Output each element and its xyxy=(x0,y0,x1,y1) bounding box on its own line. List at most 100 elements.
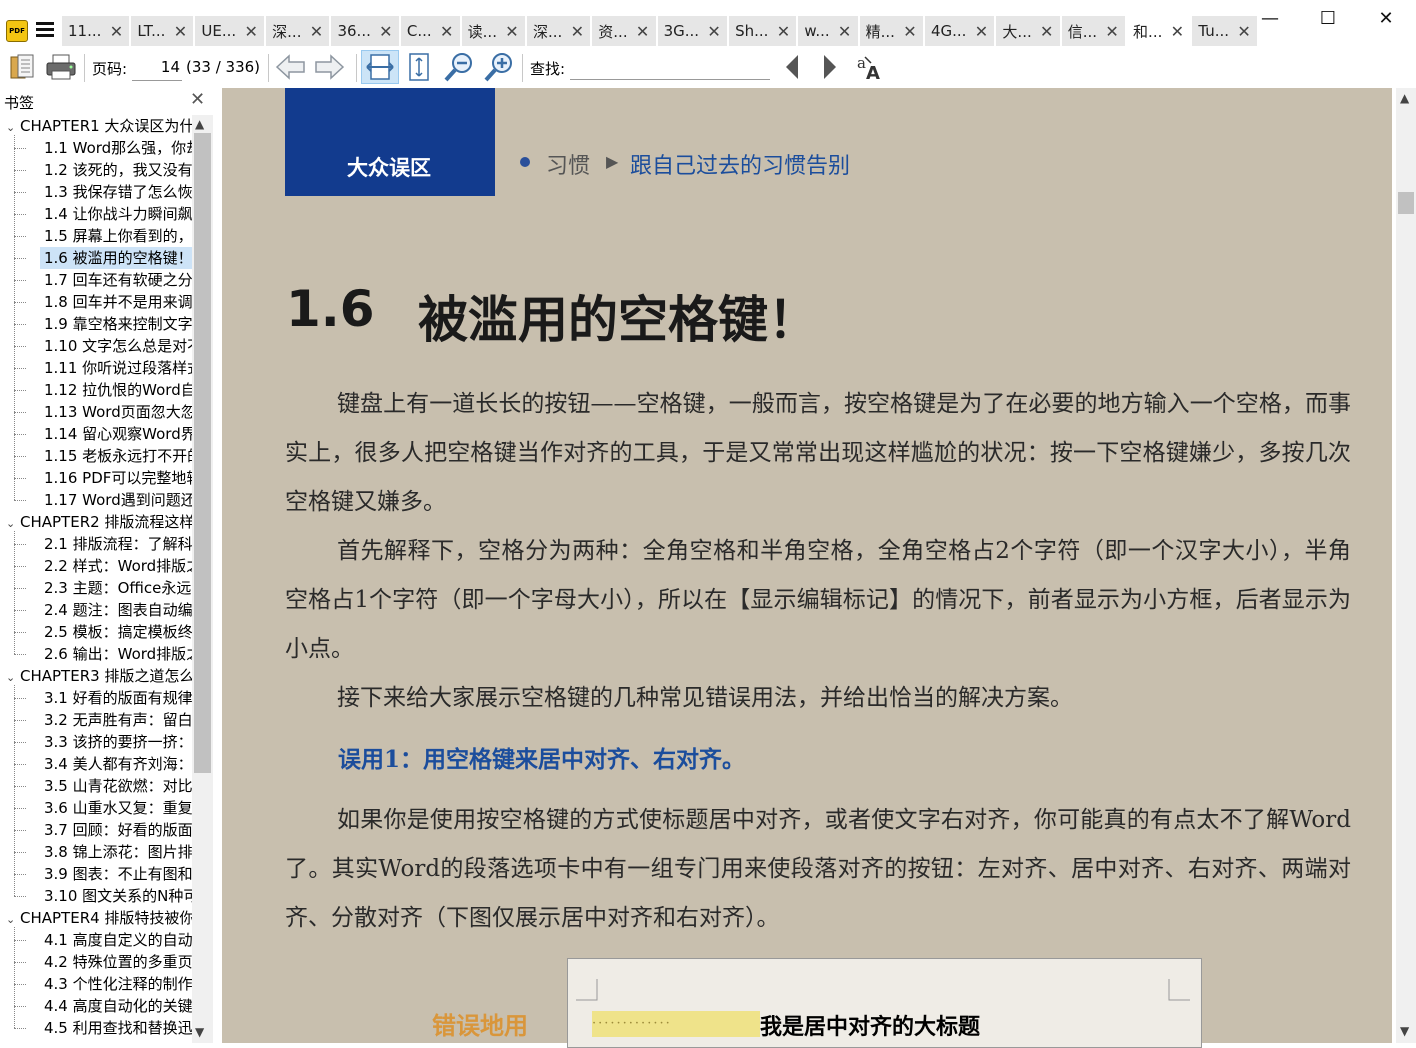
scroll-up-icon[interactable]: ▲ xyxy=(1400,91,1409,105)
document-tab[interactable]: C... ✕ xyxy=(400,16,462,46)
close-window-button[interactable]: ✕ xyxy=(1357,0,1415,36)
bookmark-item[interactable]: 1.14 留心观察Word界 xyxy=(40,423,192,445)
zoom-in-icon[interactable] xyxy=(482,50,516,84)
scroll-up-icon[interactable]: ▲ xyxy=(195,117,204,131)
tab-close-icon[interactable]: ✕ xyxy=(636,22,650,41)
bookmark-item[interactable]: 1.2 该死的，我又没有 xyxy=(40,159,192,181)
document-tab[interactable]: 大... ✕ xyxy=(996,16,1062,46)
hamburger-menu-icon[interactable] xyxy=(36,22,54,38)
tab-close-icon[interactable]: ✕ xyxy=(1040,22,1054,41)
tab-close-icon[interactable]: ✕ xyxy=(1105,22,1119,41)
bookmark-item[interactable]: 2.1 排版流程：了解科 xyxy=(40,533,192,555)
tab-close-icon[interactable]: ✕ xyxy=(570,22,584,41)
document-tab[interactable]: 36... ✕ xyxy=(331,16,401,46)
pdf-app-icon[interactable]: PDF xyxy=(6,20,28,42)
document-scrollbar[interactable]: ▲ ▼ xyxy=(1396,88,1416,1043)
bookmark-item[interactable]: 3.6 山重水又复：重复 xyxy=(40,797,192,819)
tab-close-icon[interactable]: ✕ xyxy=(776,22,790,41)
zoom-out-icon[interactable] xyxy=(442,50,476,84)
scroll-down-icon[interactable]: ▼ xyxy=(195,1025,204,1039)
bookmark-item[interactable]: 1.1 Word那么强，你却 xyxy=(40,137,192,159)
find-previous-icon[interactable] xyxy=(780,50,804,84)
bookmark-item[interactable]: 1.16 PDF可以完整地转 xyxy=(40,467,192,489)
bookmark-item[interactable]: 3.7 回顾：好看的版面 xyxy=(40,819,192,841)
bookmark-item[interactable]: 1.8 回车并不是用来调 xyxy=(40,291,192,313)
document-scroll-thumb[interactable] xyxy=(1398,192,1414,214)
expand-chevron-icon[interactable]: ⌄ xyxy=(6,117,20,137)
document-tab[interactable]: 4G... ✕ xyxy=(924,16,997,46)
minimize-button[interactable]: — xyxy=(1241,0,1299,36)
fit-page-icon[interactable] xyxy=(402,50,436,84)
tab-close-icon[interactable]: ✕ xyxy=(109,22,123,41)
bookmark-item[interactable]: 2.2 样式：Word排版之 xyxy=(40,555,192,577)
bookmark-item[interactable]: 4.1 高度自定义的自动 xyxy=(40,929,192,951)
bookmark-item[interactable]: 4.2 特殊位置的多重页 xyxy=(40,951,192,973)
document-tab[interactable]: 资... ✕ xyxy=(592,16,658,46)
bookmark-item[interactable]: 2.4 题注：图表自动编 xyxy=(40,599,192,621)
tab-close-icon[interactable]: ✕ xyxy=(903,22,917,41)
document-tab[interactable]: 深... ✕ xyxy=(266,16,332,46)
search-input[interactable] xyxy=(570,54,770,80)
scroll-down-icon[interactable]: ▼ xyxy=(1400,1024,1409,1038)
page-number-input[interactable] xyxy=(132,53,182,81)
bookmark-item[interactable]: 1.3 我保存错了怎么恢 xyxy=(40,181,192,203)
bookmark-chapter[interactable]: ⌄ CHAPTER3 排版之道怎么 xyxy=(6,665,192,687)
bookmark-item[interactable]: 3.4 美人都有齐刘海： xyxy=(40,753,192,775)
tab-close-icon[interactable]: ✕ xyxy=(838,22,852,41)
expand-chevron-icon[interactable]: ⌄ xyxy=(6,513,20,533)
open-document-icon[interactable] xyxy=(6,50,40,84)
bookmark-item[interactable]: 1.5 屏幕上你看到的， xyxy=(40,225,192,247)
back-arrow-icon[interactable] xyxy=(274,50,308,84)
tab-close-icon[interactable]: ✕ xyxy=(244,22,258,41)
maximize-button[interactable]: ☐ xyxy=(1299,0,1357,36)
bookmark-item[interactable]: 3.2 无声胜有声：留白 xyxy=(40,709,192,731)
forward-arrow-icon[interactable] xyxy=(312,50,346,84)
bookmark-item[interactable]: 4.4 高度自动化的关键 xyxy=(40,995,192,1017)
document-tab[interactable]: Sh... ✕ xyxy=(729,16,799,46)
bookmark-item[interactable]: 1.11 你听说过段落样式 xyxy=(40,357,192,379)
tab-close-icon[interactable]: ✕ xyxy=(173,22,187,41)
tab-close-icon[interactable]: ✕ xyxy=(309,22,323,41)
bookmark-item[interactable]: 3.10 图文关系的N种可 xyxy=(40,885,192,907)
document-tab[interactable]: 精... ✕ xyxy=(859,16,925,46)
document-tab[interactable]: w... ✕ xyxy=(798,16,860,46)
document-tab[interactable]: 3G... ✕ xyxy=(657,16,730,46)
bookmark-item[interactable]: 1.15 老板永远打不开的 xyxy=(40,445,192,467)
print-icon[interactable] xyxy=(44,50,78,84)
bookmark-item[interactable]: 4.3 个性化注释的制作 xyxy=(40,973,192,995)
document-tab[interactable]: 信... ✕ xyxy=(1061,16,1128,46)
expand-chevron-icon[interactable]: ⌄ xyxy=(6,909,20,929)
document-tab[interactable]: 11... ✕ xyxy=(62,16,132,46)
bookmark-item[interactable]: 1.9 靠空格来控制文字 xyxy=(40,313,192,335)
bookmarks-scroll-thumb[interactable] xyxy=(194,133,211,773)
document-tab[interactable]: 和... ✕ xyxy=(1127,16,1193,46)
bookmark-item[interactable]: 3.9 图表：不止有图和 xyxy=(40,863,192,885)
tab-close-icon[interactable]: ✕ xyxy=(1170,22,1184,41)
tab-close-icon[interactable]: ✕ xyxy=(505,22,519,41)
bookmark-item[interactable]: 3.8 锦上添花：图片排 xyxy=(40,841,192,863)
find-next-icon[interactable] xyxy=(818,50,842,84)
tab-close-icon[interactable]: ✕ xyxy=(440,22,454,41)
bookmark-item[interactable]: 2.6 输出：Word排版之 xyxy=(40,643,192,665)
bookmark-chapter[interactable]: ⌄ CHAPTER4 排版特技被你 xyxy=(6,907,192,929)
bookmark-item[interactable]: 3.5 山青花欲燃：对比 xyxy=(40,775,192,797)
bookmark-item[interactable]: 1.7 回车还有软硬之分 xyxy=(40,269,192,291)
bookmarks-scrollbar[interactable]: ▲ ▼ xyxy=(192,115,213,1043)
document-tab[interactable]: UE... ✕ xyxy=(195,16,267,46)
bookmark-item[interactable]: 2.5 模板：搞定模板终 xyxy=(40,621,192,643)
bookmark-chapter[interactable]: ⌄ CHAPTER2 排版流程这样 xyxy=(6,511,192,533)
expand-chevron-icon[interactable]: ⌄ xyxy=(6,667,20,687)
bookmark-item[interactable]: 1.4 让你战斗力瞬间飙 xyxy=(40,203,192,225)
bookmark-item[interactable]: 3.3 该挤的要挤一挤： xyxy=(40,731,192,753)
bookmark-item[interactable]: 1.6 被滥用的空格键！ xyxy=(40,247,192,269)
bookmark-item[interactable]: 4.5 利用查找和替换迅 xyxy=(40,1017,192,1039)
bookmark-item[interactable]: 2.3 主题：Office永远 xyxy=(40,577,192,599)
document-tab[interactable]: 深... ✕ xyxy=(526,16,593,46)
match-case-icon[interactable]: aA xyxy=(854,50,886,84)
document-tab[interactable]: 读... ✕ xyxy=(461,16,527,46)
bookmark-item[interactable]: 1.10 文字怎么总是对不 xyxy=(40,335,192,357)
tab-close-icon[interactable]: ✕ xyxy=(379,22,393,41)
document-viewer[interactable]: 大众误区 习惯 ▶ 跟自己过去的习惯告别 1.6 被滥用的空格键！ 键盘上有一道… xyxy=(213,88,1416,1048)
tab-close-icon[interactable]: ✕ xyxy=(974,22,988,41)
bookmark-item[interactable]: 1.13 Word页面忽大忽 xyxy=(40,401,192,423)
